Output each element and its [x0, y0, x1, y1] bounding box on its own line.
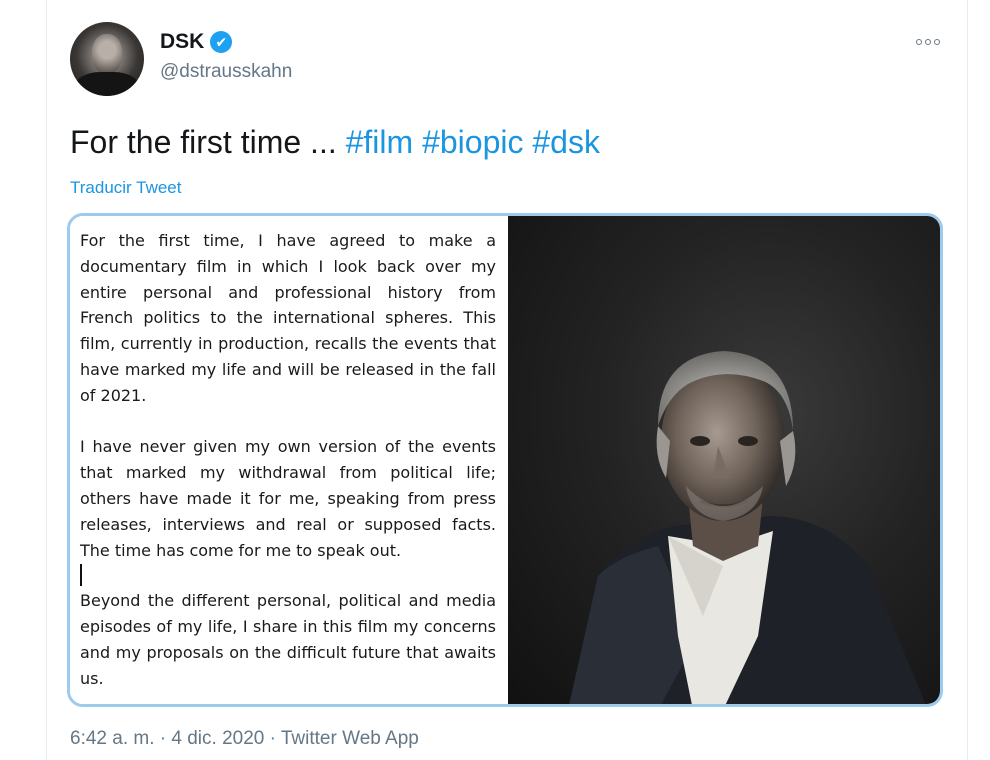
author-name[interactable]: DSK — [160, 30, 204, 54]
avatar-face — [92, 34, 122, 74]
more-dot — [916, 39, 922, 45]
doc-paragraph-3: Beyond the different personal, political… — [80, 591, 496, 688]
author-name-row[interactable]: DSK ✔ — [160, 30, 233, 54]
tweet-text-plain: For the first time ... — [70, 124, 346, 160]
more-dot — [934, 39, 940, 45]
media-document-text: For the first time, I have agreed to mak… — [70, 216, 508, 704]
portrait-illustration — [569, 351, 926, 704]
hashtag-biopic[interactable]: #biopic — [422, 124, 523, 160]
verified-badge-icon: ✔ — [210, 31, 233, 53]
doc-paragraph-2: I have never given my own version of the… — [80, 437, 496, 560]
tweet-footer-meta: 6:42 a. m. · 4 dic. 2020 · Twitter Web A… — [70, 728, 419, 749]
hashtag-dsk[interactable]: #dsk — [532, 124, 600, 160]
more-dot — [925, 39, 931, 45]
doc-paragraph-1: For the first time, I have agreed to mak… — [80, 231, 496, 405]
hashtag-film[interactable]: #film — [346, 124, 414, 160]
text-cursor — [80, 564, 82, 587]
media-portrait-photo — [508, 216, 940, 704]
author-handle[interactable]: @dstrausskahn — [160, 61, 292, 83]
more-options-icon[interactable] — [912, 30, 944, 54]
avatar-coat — [74, 72, 140, 96]
avatar[interactable] — [70, 22, 144, 96]
translate-tweet-link[interactable]: Traducir Tweet — [70, 178, 182, 198]
tweet-text: For the first time ... #film #biopic #ds… — [70, 124, 600, 161]
tweet-media-image[interactable]: For the first time, I have agreed to mak… — [67, 213, 943, 707]
